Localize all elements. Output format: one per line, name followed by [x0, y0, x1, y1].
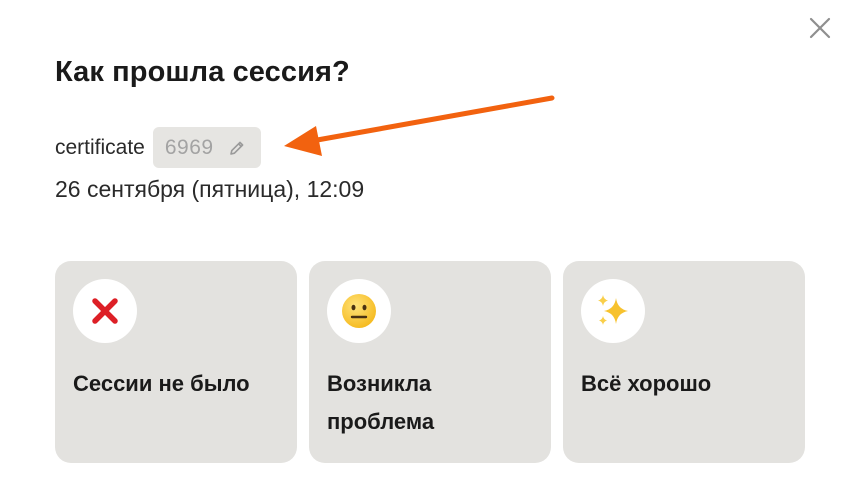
session-date: 26 сентября (пятница), 12:09	[55, 176, 365, 202]
close-button[interactable]	[806, 14, 834, 42]
certificate-label: certificate	[55, 135, 145, 159]
certificate-number-field[interactable]: 6969	[152, 127, 261, 168]
session-outcome-options: Сессии не было Возникла проблема Всё хор…	[55, 261, 805, 463]
option-icon-wrapper	[327, 279, 391, 343]
option-icon-wrapper	[73, 279, 137, 343]
option-problem[interactable]: Возникла проблема	[309, 261, 551, 463]
option-label: Всё хорошо	[581, 371, 712, 396]
close-icon	[809, 17, 831, 39]
option-label: Возникла проблема	[327, 371, 435, 434]
certificate-row: certificate 6969	[55, 127, 261, 168]
option-no-session[interactable]: Сессии не было	[55, 261, 297, 463]
dialog-title: Как прошла сессия?	[55, 56, 350, 88]
certificate-number: 6969	[164, 135, 214, 159]
option-label: Сессии не было	[73, 371, 250, 396]
annotation-arrow	[284, 95, 555, 156]
option-icon-wrapper	[581, 279, 645, 343]
session-feedback-dialog: Как прошла сессия? certificate 6969 26 с…	[0, 0, 859, 492]
neutral-face-icon	[342, 294, 376, 328]
option-all-good[interactable]: Всё хорошо	[563, 261, 805, 463]
sparkles-icon	[598, 295, 628, 325]
red-cross-icon	[92, 298, 118, 324]
pencil-icon[interactable]	[228, 139, 246, 157]
